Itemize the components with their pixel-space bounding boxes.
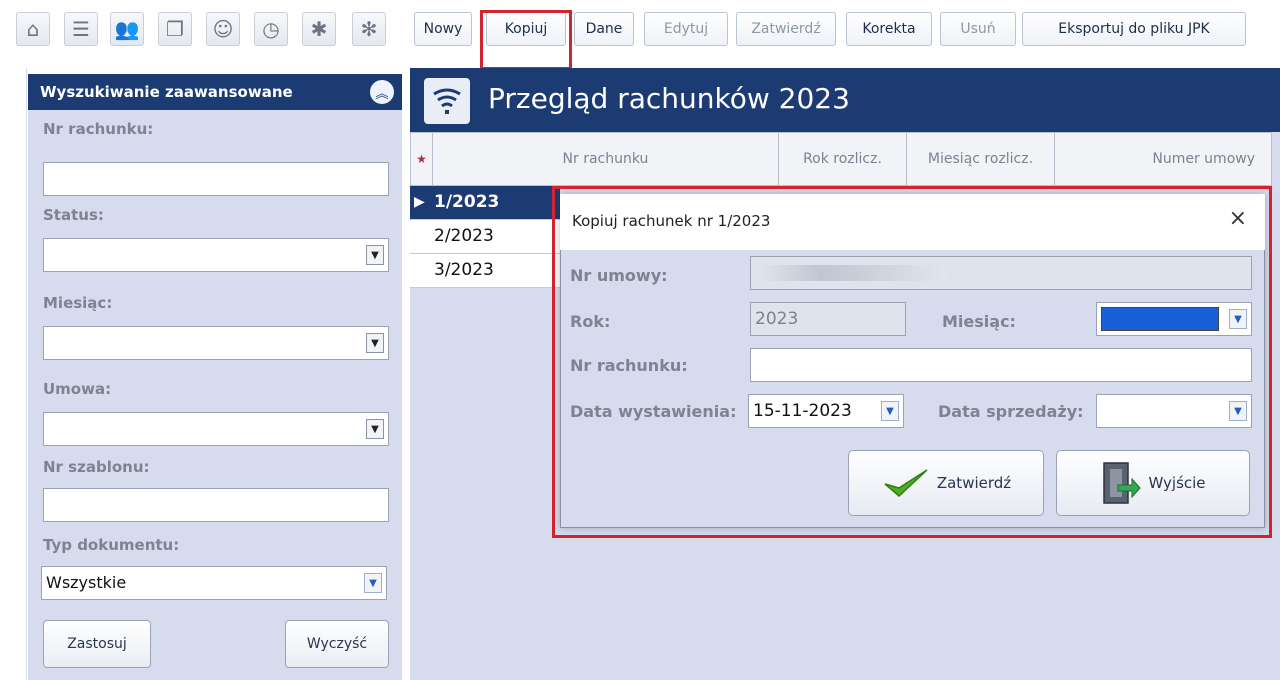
nr-rachunku-input[interactable] (43, 162, 389, 196)
clock-icon[interactable]: ◷ (254, 12, 288, 46)
column-header-invoice-number[interactable]: Nr rachunku (433, 133, 779, 185)
document-type-value: Wszystkie (46, 573, 127, 592)
chevron-down-icon[interactable]: ▼ (366, 333, 384, 353)
advanced-search-title: Wyszukiwanie zaawansowane (28, 74, 402, 110)
table-row[interactable]: 3/2023 (410, 254, 560, 288)
data-button[interactable]: Dane (574, 12, 634, 46)
approve-button[interactable]: Zatwierdź (736, 12, 836, 46)
collapse-icon[interactable]: ︽ (370, 80, 394, 104)
app-logo-icon (424, 78, 470, 124)
document-type-select[interactable]: Wszystkie ▼ (41, 566, 387, 600)
page-title: Przegląd rachunków 2023 (488, 82, 850, 115)
contract-label: Umowa: (43, 380, 112, 398)
gear-icon[interactable]: ✻ (352, 12, 386, 46)
nr-rachunku-label: Nr rachunku: (43, 120, 154, 138)
column-header-contract-number[interactable]: Numer umowy (1055, 133, 1271, 185)
contacts-icon[interactable]: ☺ (206, 12, 240, 46)
chevron-down-icon[interactable]: ▼ (366, 245, 384, 265)
document-type-label: Typ dokumentu: (43, 536, 180, 554)
edit-button[interactable]: Edytuj (644, 12, 728, 46)
chevron-down-icon[interactable]: ▼ (366, 419, 384, 439)
status-label: Status: (43, 206, 104, 224)
top-toolbar: ⌂ ☰ 👥 ❐ ☺ ◷ ✱ ✻ Nowy Kopiuj Dane Edytuj … (0, 0, 1280, 68)
chevron-down-icon[interactable]: ▼ (364, 573, 382, 593)
status-select[interactable]: ▼ (43, 238, 389, 272)
delete-button[interactable]: Usuń (940, 12, 1016, 46)
template-number-label: Nr szablonu: (43, 458, 150, 476)
apply-button[interactable]: Zastosuj (43, 620, 151, 668)
table-row[interactable]: ▶ 1/2023 (410, 186, 560, 220)
new-row-icon: ★ (411, 133, 433, 185)
users-icon[interactable]: 👥 (110, 12, 144, 46)
column-header-year[interactable]: Rok rozlicz. (779, 133, 907, 185)
month-select[interactable]: ▼ (43, 326, 389, 360)
settings-icon[interactable]: ✱ (302, 12, 336, 46)
invoice-number-cell: 2/2023 (434, 226, 494, 246)
documents-icon[interactable]: ❐ (158, 12, 192, 46)
list-icon[interactable]: ☰ (64, 12, 98, 46)
invoice-number-cell: 1/2023 (434, 192, 500, 212)
new-button[interactable]: Nowy (414, 12, 472, 46)
highlight-dialog (552, 186, 1272, 538)
invoice-number-cell: 3/2023 (434, 260, 494, 280)
home-icon[interactable]: ⌂ (16, 12, 50, 46)
row-pointer-icon: ▶ (414, 194, 425, 210)
export-jpk-button[interactable]: Eksportuj do pliku JPK (1022, 12, 1246, 46)
grid-header: ★ Nr rachunku Rok rozlicz. Miesiąc rozli… (410, 132, 1272, 186)
template-number-input[interactable] (43, 488, 389, 522)
column-header-month[interactable]: Miesiąc rozlicz. (907, 133, 1055, 185)
table-row[interactable]: 2/2023 (410, 220, 560, 254)
contract-select[interactable]: ▼ (43, 412, 389, 446)
left-strip (0, 68, 27, 680)
month-label: Miesiąc: (43, 294, 113, 312)
correction-button[interactable]: Korekta (846, 12, 932, 46)
highlight-copy-button (480, 10, 572, 70)
clear-button[interactable]: Wyczyść (285, 620, 389, 668)
